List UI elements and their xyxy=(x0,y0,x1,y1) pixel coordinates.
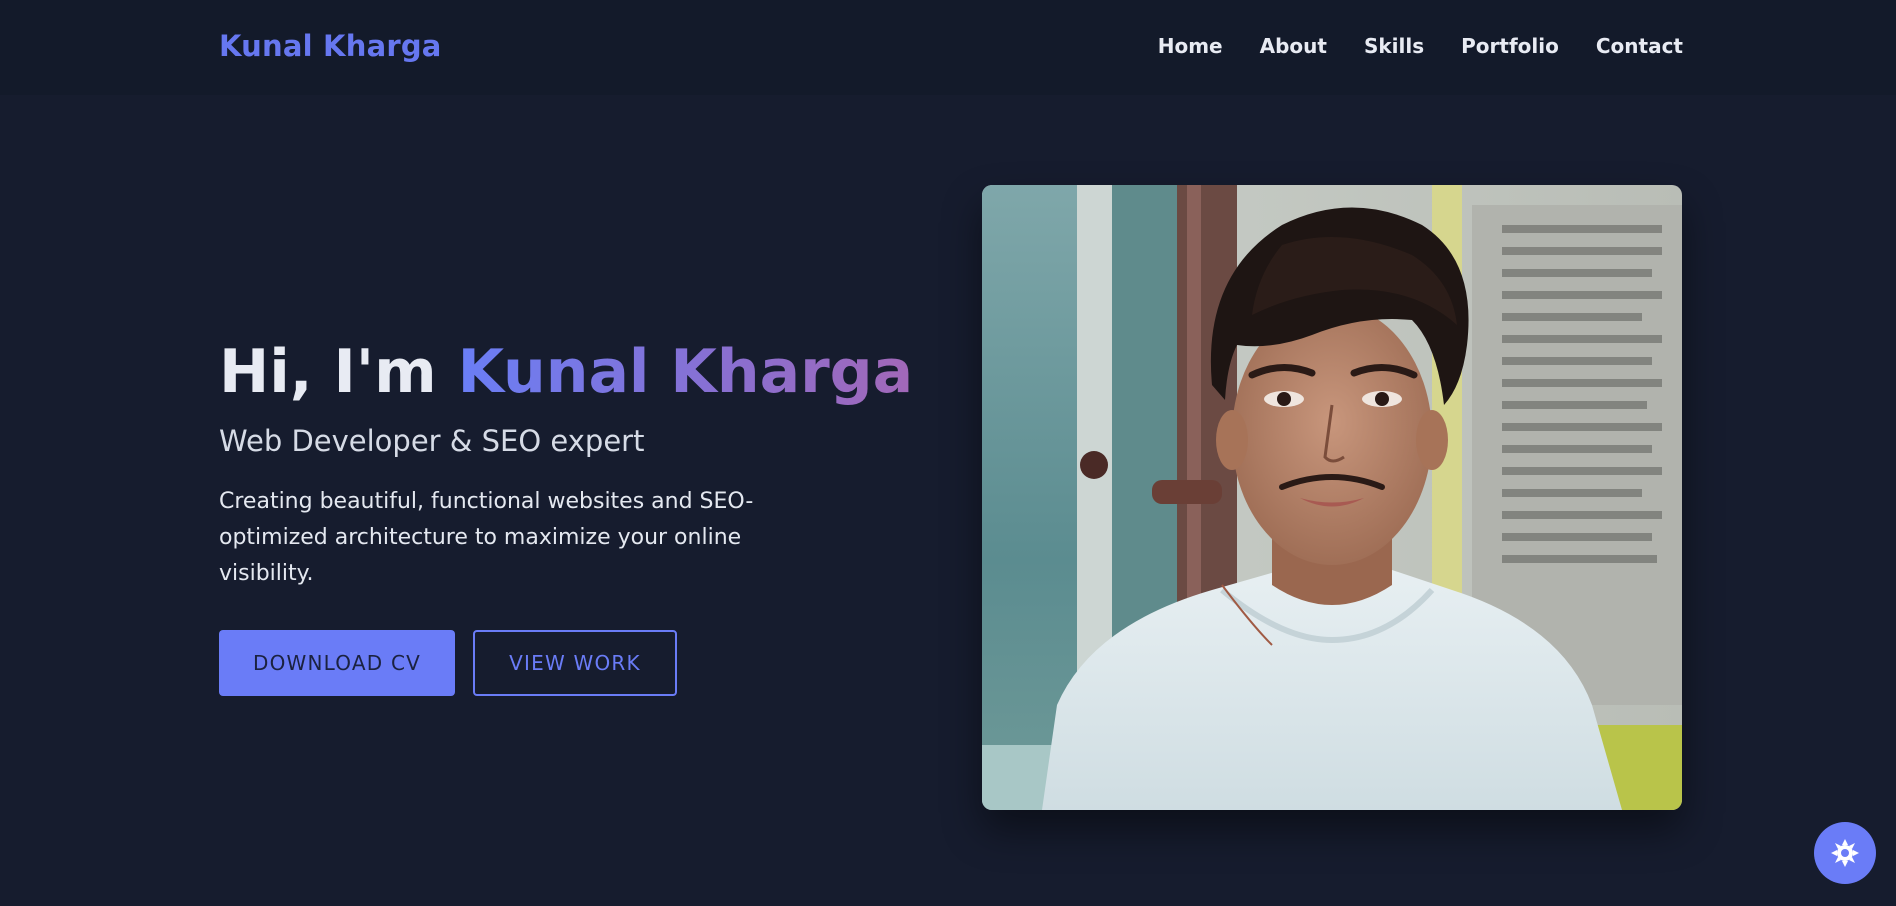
nav-link-home[interactable]: Home xyxy=(1158,34,1223,58)
hero-name: Kunal Kharga xyxy=(457,337,914,407)
navbar: Kunal Kharga Home About Skills Portfolio… xyxy=(0,0,1896,95)
hero-subtitle: Web Developer & SEO expert xyxy=(219,424,645,458)
nav-links: Home About Skills Portfolio Contact xyxy=(1158,34,1683,58)
brand-logo[interactable]: Kunal Kharga xyxy=(219,29,442,63)
nav-link-contact[interactable]: Contact xyxy=(1596,34,1683,58)
hero-title: Hi, I'm Kunal Kharga xyxy=(219,336,913,408)
hero-text: Hi, I'm Kunal Kharga Web Developer & SEO… xyxy=(219,336,913,696)
download-cv-button[interactable]: DOWNLOAD CV xyxy=(219,630,455,696)
profile-photo xyxy=(982,185,1682,810)
profile-photo-illustration xyxy=(982,185,1682,810)
sun-icon xyxy=(1831,839,1859,867)
nav-link-skills[interactable]: Skills xyxy=(1364,34,1424,58)
nav-link-portfolio[interactable]: Portfolio xyxy=(1461,34,1559,58)
hero-description: Creating beautiful, functional websites … xyxy=(219,489,754,586)
theme-toggle-button[interactable] xyxy=(1814,822,1876,884)
view-work-button[interactable]: VIEW WORK xyxy=(473,630,677,696)
nav-link-about[interactable]: About xyxy=(1260,34,1327,58)
hero-buttons: DOWNLOAD CV VIEW WORK xyxy=(219,630,839,696)
hero-greeting: Hi, I'm xyxy=(219,337,458,407)
